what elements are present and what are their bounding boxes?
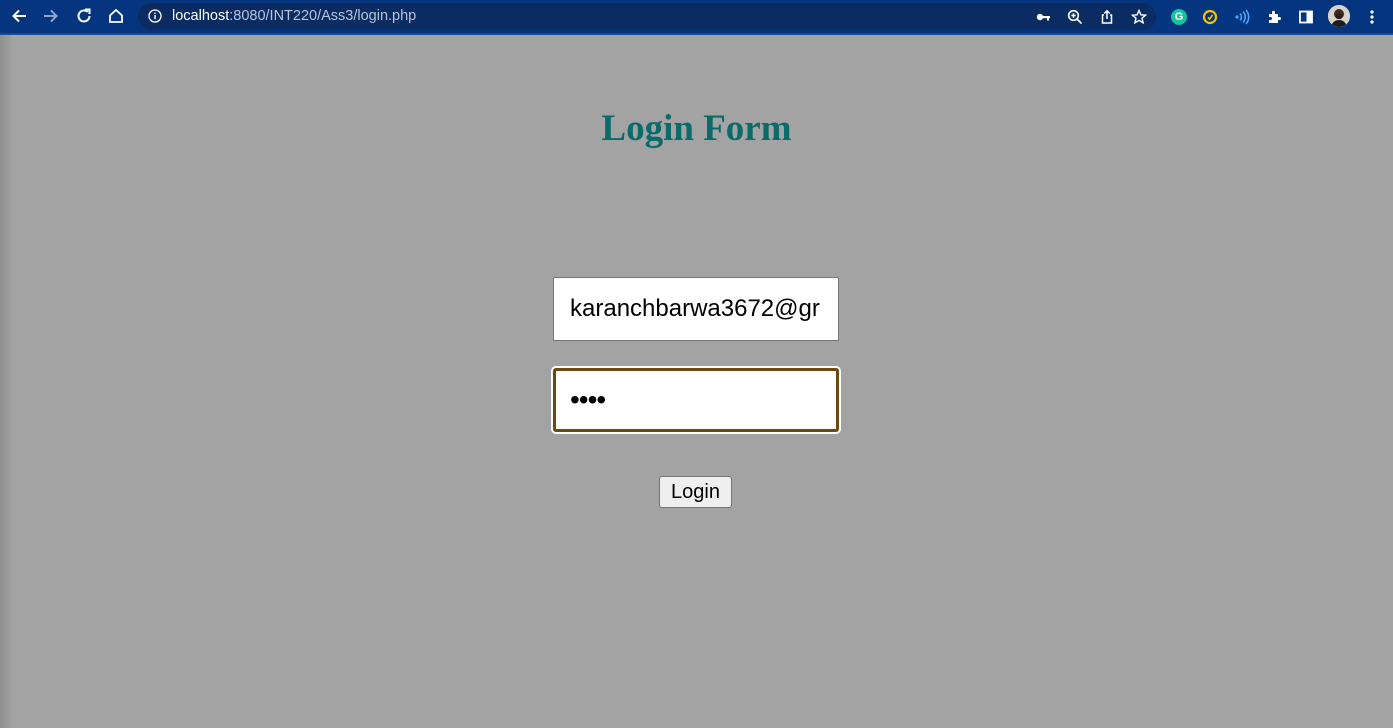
side-panel-icon[interactable] [1296, 7, 1316, 27]
avatar[interactable] [1328, 5, 1350, 27]
url-host: localhost [172, 8, 230, 24]
page-title: Login Form [601, 108, 792, 149]
page-content: Login Form karanchbarwa3672@gr •••• Logi… [0, 35, 1393, 728]
url-path: :8080/INT220/Ass3/login.php [229, 8, 417, 24]
zoom-icon[interactable] [1065, 7, 1085, 27]
reload-icon[interactable] [72, 5, 96, 27]
info-icon[interactable] [148, 9, 162, 23]
extension-icon[interactable] [1200, 7, 1220, 27]
more-vert-icon[interactable] [1362, 7, 1382, 27]
key-icon[interactable] [1033, 7, 1053, 27]
login-button[interactable]: Login [659, 476, 732, 508]
email-field[interactable]: karanchbarwa3672@gr [553, 277, 839, 341]
share-icon[interactable] [1097, 7, 1117, 27]
back-arrow-icon[interactable] [7, 5, 31, 27]
wifi-extension-icon[interactable] [1232, 7, 1252, 27]
forward-arrow-icon[interactable] [39, 5, 63, 27]
grammarly-icon[interactable]: G [1169, 7, 1189, 27]
home-icon[interactable] [104, 5, 128, 27]
url-text[interactable]: localhost:8080/INT220/Ass3/login.php [172, 8, 416, 25]
address-bar[interactable]: localhost:8080/INT220/Ass3/login.php [138, 3, 1156, 30]
puzzle-icon[interactable] [1264, 7, 1284, 27]
browser-toolbar: localhost:8080/INT220/Ass3/login.php G [0, 0, 1393, 35]
star-icon[interactable] [1129, 7, 1149, 27]
password-field[interactable]: •••• [553, 368, 839, 432]
